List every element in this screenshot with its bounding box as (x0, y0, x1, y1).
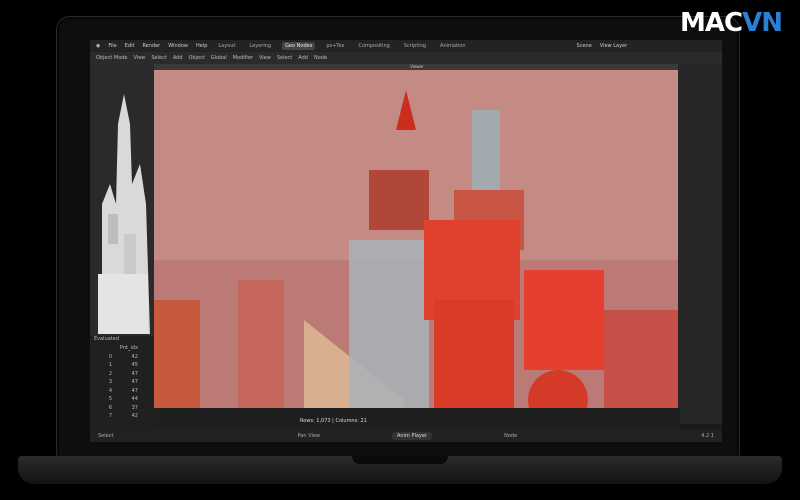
editor-toolbar: Object Mode View Select Add Object Globa… (90, 52, 722, 64)
node-select[interactable]: Select (277, 55, 292, 61)
left-3d-preview[interactable] (90, 64, 154, 370)
node-node[interactable]: Node (314, 55, 327, 61)
toolbar-select[interactable]: Select (151, 55, 166, 61)
spreadsheet-mode[interactable]: Evaluated (90, 336, 154, 344)
version-label: 4.2.1 (701, 433, 714, 439)
orientation-selector[interactable]: Global (211, 55, 227, 61)
spreadsheet-header: Pnt_idx (90, 344, 154, 353)
table-row: 4 47 (108, 387, 138, 394)
tab-scripting[interactable]: Scripting (401, 42, 429, 50)
status-node: Node (504, 433, 518, 439)
table-row: 3 47 (108, 379, 138, 386)
table-row: 5 44 (108, 396, 138, 403)
tab-animation[interactable]: Animation (437, 42, 469, 50)
table-row: 6 37 (108, 404, 138, 411)
table-row: 2 47 (108, 370, 138, 377)
tab-ps-tex[interactable]: ps+Tex (323, 42, 347, 50)
anim-player-button[interactable]: Anim Player (392, 432, 432, 440)
menu-render[interactable]: Render (142, 43, 160, 49)
3d-viewport[interactable]: Viewer (154, 64, 680, 408)
view-layer-selector[interactable]: View Layer (600, 43, 627, 49)
node-editor-strip[interactable] (154, 408, 680, 430)
menu-bar: ◉ File Edit Render Window Help Layout La… (90, 40, 722, 52)
spreadsheet-column-header: Pnt_idx (119, 345, 138, 352)
menu-window[interactable]: Window (168, 43, 188, 49)
laptop-notch (352, 456, 448, 464)
tab-layering[interactable]: Layering (246, 42, 274, 50)
brand-logo: MACVN (680, 8, 783, 38)
toolbar-add[interactable]: Add (173, 55, 183, 61)
logo-right: VN (742, 8, 783, 38)
toolbar-view[interactable]: View (134, 55, 146, 61)
status-pan-view: Pan View (297, 433, 321, 439)
tab-compositing[interactable]: Compositing (355, 42, 392, 50)
logo-left: MAC (680, 8, 743, 38)
toy-city-render (154, 70, 680, 408)
menu-edit[interactable]: Edit (125, 43, 135, 49)
mode-selector[interactable]: Object Mode (96, 55, 128, 61)
spreadsheet-rows-columns: Rows: 1,073 | Columns: 21 (300, 418, 367, 424)
tab-layout[interactable]: Layout (215, 42, 238, 50)
table-row: 1 45 (108, 362, 138, 369)
blender-icon[interactable]: ◉ (96, 43, 100, 49)
table-row: 7 42 (108, 413, 138, 420)
tab-geo-nodes[interactable]: Geo Nodes (282, 42, 316, 50)
menu-help[interactable]: Help (196, 43, 207, 49)
modifier-selector[interactable]: Modifier (233, 55, 253, 61)
city-model-preview (90, 64, 154, 336)
node-view[interactable]: View (259, 55, 271, 61)
blender-window: ◉ File Edit Render Window Help Layout La… (90, 40, 722, 442)
node-add[interactable]: Add (298, 55, 308, 61)
scene-selector[interactable]: Scene (577, 43, 592, 49)
outliner-panel[interactable] (678, 64, 722, 424)
toolbar-object[interactable]: Object (189, 55, 205, 61)
status-select: Select (98, 433, 114, 439)
spreadsheet-panel: Evaluated Pnt_idx 0 42 1 45 2 47 3 47 4 47 54… (90, 336, 154, 432)
menu-file[interactable]: File (108, 43, 116, 49)
table-row: 0 42 (108, 353, 138, 360)
